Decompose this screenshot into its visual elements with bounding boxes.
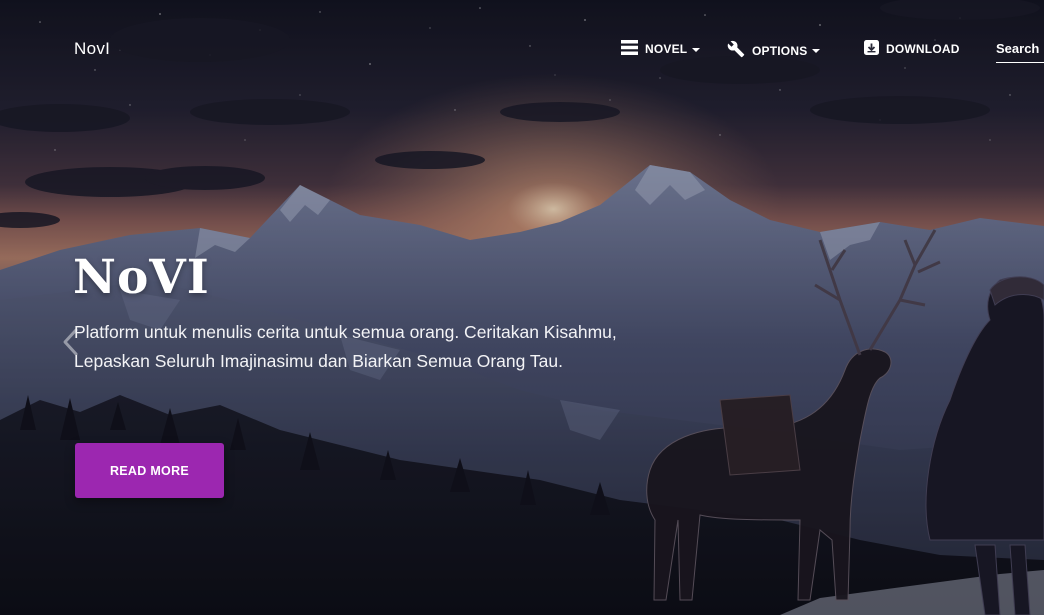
search-field-wrapper — [996, 40, 1044, 63]
read-more-button[interactable]: READ MORE — [75, 443, 224, 498]
caret-down-icon — [812, 49, 821, 53]
nav-download-label: DOWNLOAD — [886, 42, 960, 56]
nav-novel-dropdown[interactable]: NOVEL — [621, 40, 701, 58]
hero-description: Platform untuk menulis cerita untuk semu… — [74, 322, 617, 371]
hero-carousel: NovI NOVEL OPTIONS DOWNLOAD Search NoVI … — [0, 0, 1044, 615]
top-navbar: NovI NOVEL OPTIONS DOWNLOAD Search — [0, 0, 1044, 100]
search-input[interactable] — [996, 41, 1044, 56]
nav-novel-label: NOVEL — [645, 42, 688, 56]
download-box-icon — [864, 40, 879, 58]
hero-title: NoVI — [73, 250, 210, 305]
nav-download-link[interactable]: DOWNLOAD — [864, 40, 960, 58]
menu-icon — [621, 40, 638, 58]
brand-logo[interactable]: NovI — [74, 39, 110, 59]
nav-options-label: OPTIONS — [752, 43, 808, 58]
nav-options-dropdown[interactable]: OPTIONS — [727, 40, 821, 61]
wrench-icon — [727, 40, 745, 61]
caret-down-icon — [692, 47, 701, 52]
